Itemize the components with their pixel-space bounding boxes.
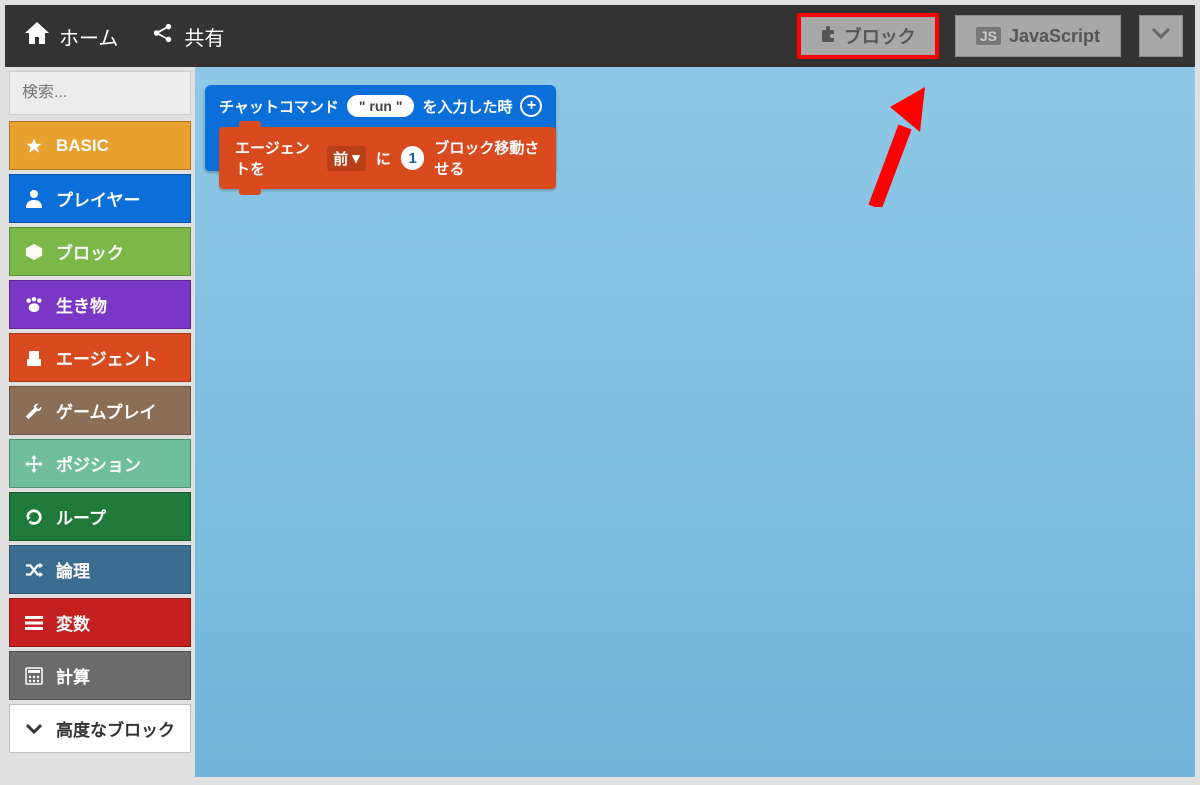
category-label: 論理 <box>56 557 90 582</box>
category-label: エージェント <box>56 345 158 370</box>
category-label: 計算 <box>56 663 90 688</box>
blocks-tab[interactable]: ブロック <box>799 15 937 57</box>
share-icon <box>152 22 174 50</box>
move-icon <box>24 455 44 473</box>
add-parameter-button[interactable]: + <box>520 95 542 117</box>
calculator-icon <box>24 667 44 685</box>
category-label: ループ <box>56 504 106 529</box>
category-label: 変数 <box>56 610 90 635</box>
home-label: ホーム <box>59 22 118 51</box>
home-icon <box>25 22 49 50</box>
star-icon <box>24 137 44 155</box>
direction-value: 前 <box>333 148 348 169</box>
block-notch-bottom <box>239 189 261 195</box>
shuffle-icon <box>24 562 44 578</box>
js-icon: JS <box>976 27 1001 45</box>
person-icon <box>24 190 44 208</box>
share-label: 共有 <box>184 22 224 51</box>
category-gameplay[interactable]: ゲームプレイ <box>9 386 191 435</box>
agent-mid: に <box>376 148 391 169</box>
more-dropdown[interactable] <box>1139 15 1183 57</box>
agent-prefix: エージェントを <box>235 137 317 179</box>
paw-icon <box>24 297 44 313</box>
agent-move-block[interactable]: エージェントを 前 ▾ に 1 ブロック移動させる <box>219 127 556 189</box>
robot-icon <box>24 349 44 367</box>
share-button[interactable]: 共有 <box>144 16 232 57</box>
category-blocks[interactable]: ブロック <box>9 227 191 276</box>
category-logic[interactable]: 論理 <box>9 545 191 594</box>
topbar: ホーム 共有 ブロック JS JavaScript <box>5 5 1195 67</box>
category-label: 高度なブロック <box>56 716 175 741</box>
category-label: ゲームプレイ <box>56 398 156 423</box>
category-variables[interactable]: 変数 <box>9 598 191 647</box>
category-label: ポジション <box>56 451 141 476</box>
category-math[interactable]: 計算 <box>9 651 191 700</box>
javascript-tab-label: JavaScript <box>1009 26 1100 47</box>
cube-icon <box>24 243 44 261</box>
category-label: BASIC <box>56 136 109 156</box>
category-mobs[interactable]: 生き物 <box>9 280 191 329</box>
category-agent[interactable]: エージェント <box>9 333 191 382</box>
event-prefix: チャットコマンド <box>219 96 339 117</box>
category-loops[interactable]: ループ <box>9 492 191 541</box>
category-label: 生き物 <box>56 292 107 317</box>
event-block-head: チャットコマンド " run " を入力した時 + <box>219 95 542 117</box>
category-position[interactable]: ポジション <box>9 439 191 488</box>
chat-command-event-block[interactable]: チャットコマンド " run " を入力した時 + エージェントを 前 ▾ に … <box>205 85 556 171</box>
category-label: ブロック <box>56 239 124 264</box>
loop-icon <box>24 508 44 526</box>
annotation-arrow <box>865 87 925 207</box>
category-advanced[interactable]: 高度なブロック <box>9 704 191 753</box>
blocks-tab-label: ブロック <box>844 23 916 49</box>
category-player[interactable]: プレイヤー <box>9 174 191 223</box>
direction-dropdown[interactable]: 前 ▾ <box>327 146 366 171</box>
chat-command-value[interactable]: " run " <box>347 95 415 117</box>
home-button[interactable]: ホーム <box>17 16 126 57</box>
main-area: BASIC プレイヤー ブロック 生き物 エージェント <box>5 67 1195 777</box>
search-box[interactable] <box>9 71 191 115</box>
chevron-down-icon <box>24 723 44 735</box>
chevron-down-icon <box>1152 27 1170 45</box>
workspace-canvas[interactable]: チャットコマンド " run " を入力した時 + エージェントを 前 ▾ に … <box>195 67 1195 777</box>
category-basic[interactable]: BASIC <box>9 121 191 170</box>
block-notch-top <box>239 121 261 127</box>
puzzle-icon <box>820 26 836 47</box>
agent-count-input[interactable]: 1 <box>401 146 425 170</box>
sidebar: BASIC プレイヤー ブロック 生き物 エージェント <box>5 67 195 777</box>
category-label: プレイヤー <box>56 186 141 211</box>
event-suffix: を入力した時 <box>422 96 512 117</box>
javascript-tab[interactable]: JS JavaScript <box>955 15 1121 57</box>
dropdown-arrow-icon: ▾ <box>352 149 360 167</box>
wrench-icon <box>24 402 44 420</box>
list-icon <box>24 616 44 630</box>
agent-suffix: ブロック移動させる <box>434 137 540 179</box>
